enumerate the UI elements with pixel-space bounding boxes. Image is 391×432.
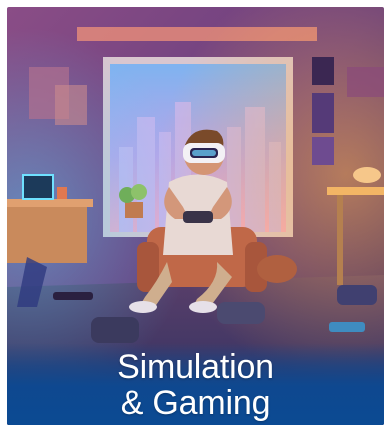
caption-title-line-2: & Gaming (120, 384, 271, 422)
category-card[interactable]: Simulation & Gaming (7, 7, 384, 425)
category-caption: Simulation & Gaming (7, 343, 384, 425)
caption-title-line-1: Simulation (117, 348, 274, 386)
